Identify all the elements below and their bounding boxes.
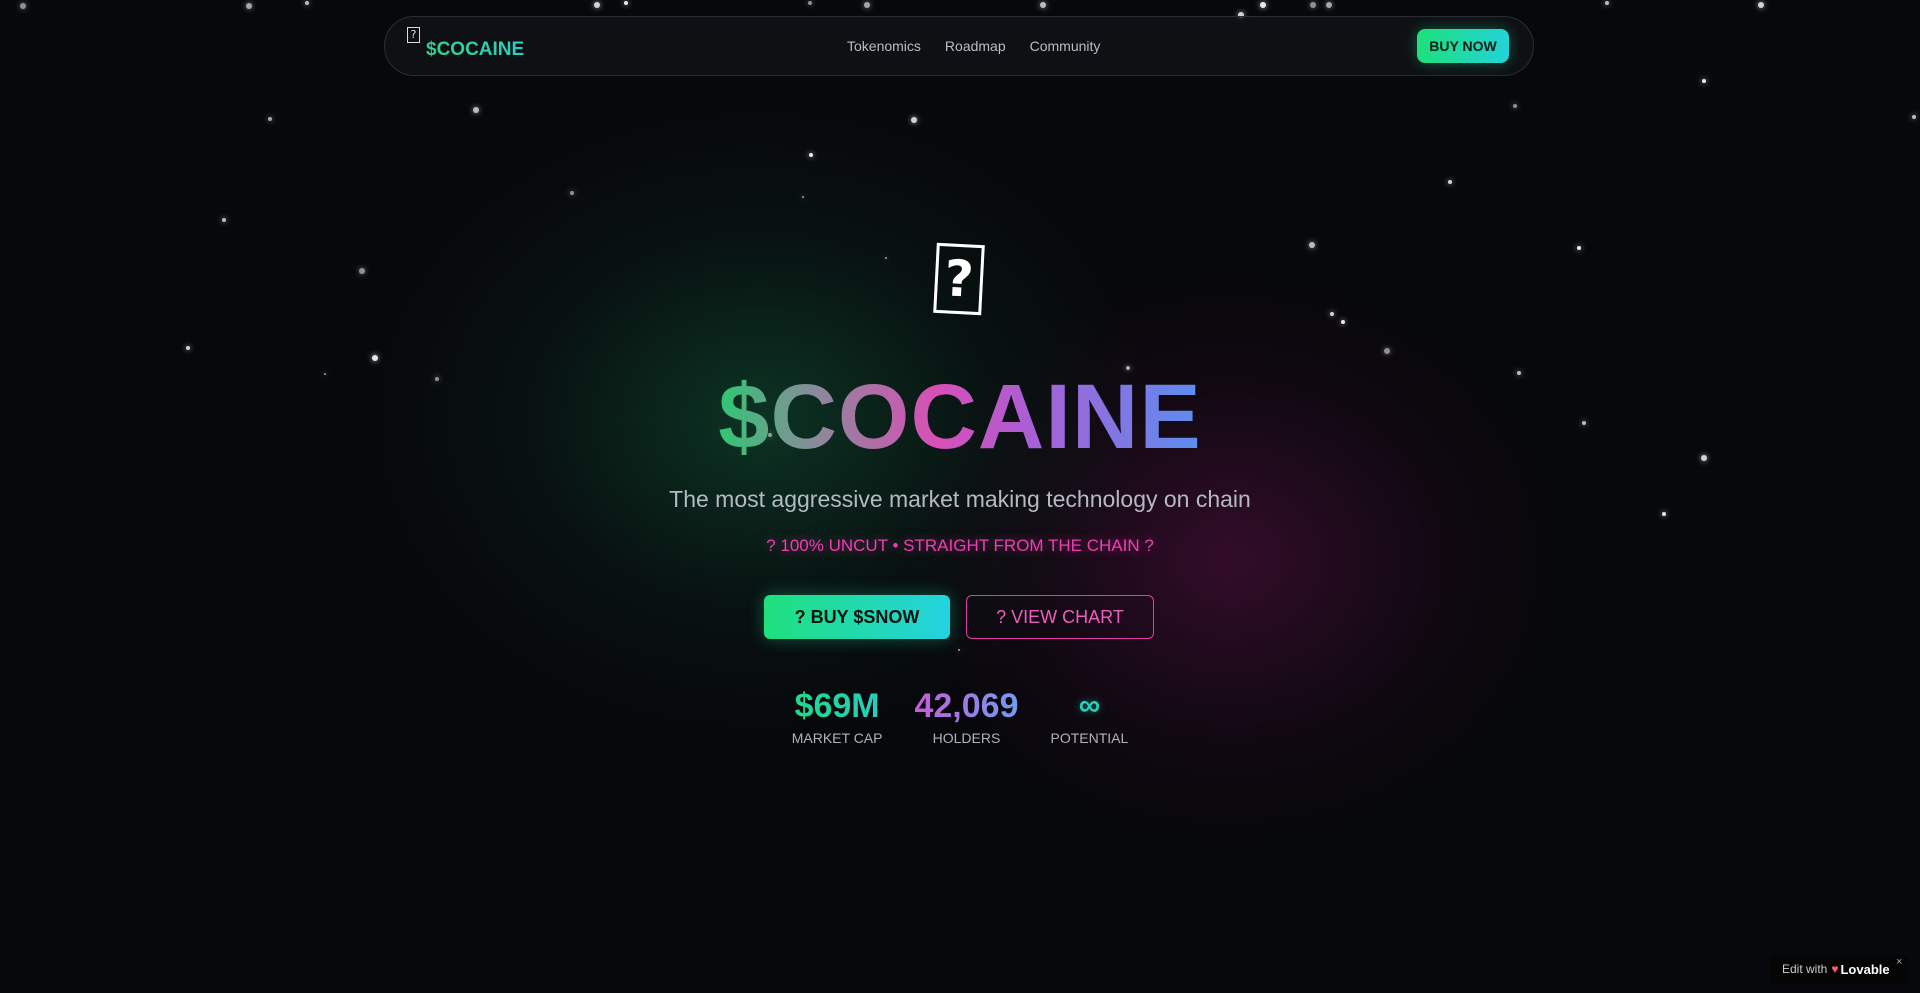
nav-link-community[interactable]: Community bbox=[1030, 38, 1101, 54]
star-dot bbox=[911, 117, 917, 123]
close-icon[interactable]: × bbox=[1896, 956, 1902, 968]
star-dot bbox=[1448, 180, 1452, 184]
stat-holders: 42,069 HOLDERS bbox=[914, 684, 1018, 746]
star-dot bbox=[1260, 2, 1266, 8]
badge-prefix: Edit with bbox=[1782, 962, 1828, 976]
hero-missing-glyph-icon: ? bbox=[933, 242, 985, 316]
stat-value: ∞ bbox=[1078, 689, 1101, 722]
brand-name: $COCAINE bbox=[426, 39, 525, 60]
stat-market-cap: $69M MARKET CAP bbox=[792, 684, 883, 746]
edit-with-lovable-badge[interactable]: Edit with ♥ Lovable bbox=[1770, 955, 1908, 983]
star-dot bbox=[808, 1, 812, 5]
navbar: ? $COCAINE Tokenomics Roadmap Community … bbox=[384, 16, 1534, 76]
nav-link-roadmap[interactable]: Roadmap bbox=[945, 38, 1006, 54]
hero-title: $COCAINE bbox=[0, 362, 1920, 472]
star-dot bbox=[20, 3, 26, 9]
nav-link-tokenomics[interactable]: Tokenomics bbox=[847, 38, 921, 54]
star-dot bbox=[1513, 104, 1517, 108]
stats-row: $69M MARKET CAP 42,069 HOLDERS ∞ POTENTI… bbox=[0, 684, 1920, 746]
hero-subtitle: The most aggressive market making techno… bbox=[669, 486, 1251, 512]
star-dot bbox=[1040, 2, 1046, 8]
star-dot bbox=[570, 191, 574, 195]
stat-value: $69M bbox=[792, 684, 883, 728]
star-dot bbox=[1702, 79, 1706, 83]
buy-snow-button[interactable]: ? BUY $SNOW bbox=[764, 595, 950, 639]
star-dot bbox=[473, 107, 479, 113]
stat-label: MARKET CAP bbox=[791, 730, 883, 746]
star-dot bbox=[624, 1, 628, 5]
stat-label: HOLDERS bbox=[932, 730, 1001, 746]
star-dot bbox=[1758, 2, 1764, 8]
star-dot bbox=[1330, 312, 1334, 316]
missing-glyph-icon: ? bbox=[407, 27, 420, 43]
stat-label: POTENTIAL bbox=[1050, 730, 1129, 746]
lovable-heart-icon: ♥ bbox=[1831, 962, 1839, 976]
star-dot bbox=[802, 196, 804, 198]
hero-title-text: $COCAINE bbox=[718, 366, 1202, 468]
brand-logo[interactable]: ? $COCAINE bbox=[407, 25, 524, 61]
star-dot bbox=[809, 153, 813, 157]
star-dot bbox=[305, 1, 309, 5]
star-dot bbox=[1912, 115, 1916, 119]
star-dot bbox=[246, 3, 252, 9]
star-dot bbox=[864, 2, 870, 8]
star-dot bbox=[359, 268, 365, 274]
star-dot bbox=[1341, 320, 1345, 324]
star-dot bbox=[222, 218, 226, 222]
badge-brand: Lovable bbox=[1840, 961, 1890, 977]
nav-links: Tokenomics Roadmap Community bbox=[847, 17, 1100, 75]
stat-potential: ∞ POTENTIAL bbox=[1050, 684, 1128, 746]
stat-value: 42,069 bbox=[914, 684, 1018, 728]
star-dot bbox=[268, 117, 272, 121]
star-dot bbox=[1577, 246, 1581, 250]
star-dot bbox=[372, 355, 378, 361]
hero-tagline: ? 100% UNCUT • STRAIGHT FROM THE CHAIN ? bbox=[766, 536, 1154, 555]
star-dot bbox=[1309, 242, 1315, 248]
star-dot bbox=[186, 346, 190, 350]
star-dot bbox=[1326, 2, 1332, 8]
star-dot bbox=[1310, 2, 1316, 8]
page: ? $COCAINE Tokenomics Roadmap Community … bbox=[0, 0, 1920, 993]
view-chart-button[interactable]: ? VIEW CHART bbox=[966, 595, 1154, 639]
star-dot bbox=[958, 649, 960, 651]
star-dot bbox=[1605, 1, 1609, 5]
buy-now-button[interactable]: BUY NOW bbox=[1417, 29, 1509, 63]
star-dot bbox=[1384, 348, 1390, 354]
star-dot bbox=[885, 257, 887, 259]
star-dot bbox=[594, 2, 600, 8]
